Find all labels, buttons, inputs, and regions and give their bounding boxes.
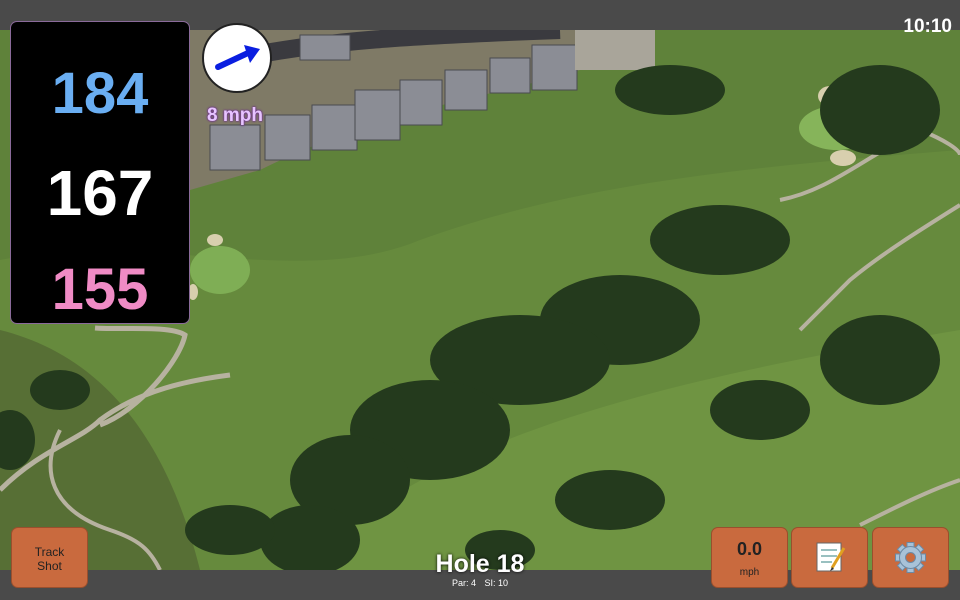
- hole-par: Par: 4: [451, 578, 476, 588]
- settings-button[interactable]: [873, 528, 948, 587]
- track-shot-button[interactable]: Track Shot: [12, 528, 87, 587]
- wind-direction-arrow-icon: [215, 45, 260, 70]
- hole-info: Par: 4 SI: 10: [380, 578, 580, 588]
- wind-indicator[interactable]: [202, 23, 272, 93]
- track-shot-label-2: Shot: [37, 559, 62, 573]
- yardage-panel: 184 167 155: [11, 22, 189, 323]
- hole-title: Hole 18: [435, 550, 525, 578]
- middle-distance: 167: [46, 157, 154, 229]
- speed-button[interactable]: 0.0 mph: [712, 528, 787, 587]
- gear-icon: [895, 542, 926, 573]
- front-distance: 155: [51, 257, 149, 322]
- notepad-icon: [816, 542, 846, 572]
- wind-speed: 8 mph: [207, 105, 263, 126]
- back-distance: 184: [51, 61, 149, 126]
- clock: 10:10: [903, 16, 952, 37]
- hole-stroke-index: SI: 10: [484, 578, 509, 588]
- speed-value: 0.0: [736, 539, 763, 559]
- track-shot-label-1: Track: [34, 545, 65, 559]
- speed-unit: mph: [739, 567, 760, 578]
- notes-button[interactable]: [792, 528, 867, 587]
